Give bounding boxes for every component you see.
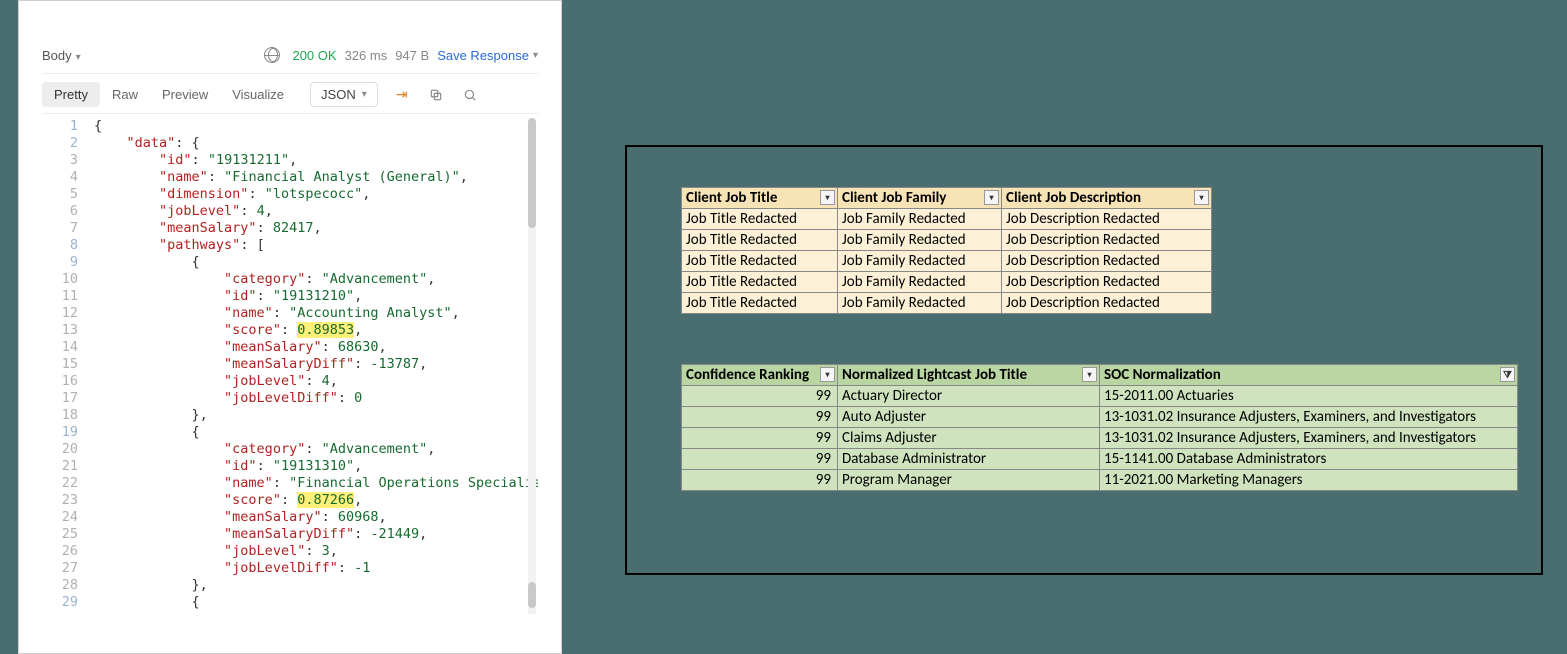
response-size: 947 B bbox=[395, 48, 429, 63]
format-select[interactable]: JSON ▾ bbox=[310, 82, 378, 107]
save-response-button[interactable]: Save Response bbox=[437, 48, 538, 63]
table-cell[interactable]: Claims Adjuster bbox=[838, 428, 1100, 449]
table-cell[interactable]: Job Family Redacted bbox=[838, 293, 1002, 314]
table-cell[interactable]: Job Title Redacted bbox=[682, 251, 838, 272]
table-row[interactable]: 99Database Administrator15-1141.00 Datab… bbox=[682, 449, 1518, 470]
table-cell[interactable]: Program Manager bbox=[838, 470, 1100, 491]
table-row[interactable]: Job Title RedactedJob Family RedactedJob… bbox=[682, 272, 1212, 293]
tables-panel: Client Job Title▾Client Job Family▾Clien… bbox=[625, 145, 1543, 575]
table-cell[interactable]: 99 bbox=[682, 470, 838, 491]
view-tabs-row: Pretty Raw Preview Visualize JSON ▾ ⇥ bbox=[42, 74, 538, 114]
table-cell[interactable]: Job Description Redacted bbox=[1002, 230, 1212, 251]
tab-preview[interactable]: Preview bbox=[150, 82, 220, 107]
body-tab[interactable]: Body bbox=[42, 48, 81, 63]
table-cell[interactable]: 13-1031.02 Insurance Adjusters, Examiner… bbox=[1100, 428, 1518, 449]
table-cell[interactable]: Job Family Redacted bbox=[838, 209, 1002, 230]
table-row[interactable]: 99Claims Adjuster13-1031.02 Insurance Ad… bbox=[682, 428, 1518, 449]
table-cell[interactable]: 99 bbox=[682, 386, 838, 407]
table-cell[interactable]: 15-1141.00 Database Administrators bbox=[1100, 449, 1518, 470]
column-header[interactable]: SOC Normalization⧩ bbox=[1100, 365, 1518, 386]
filter-dropdown-icon[interactable]: ▾ bbox=[1082, 367, 1097, 382]
table-cell[interactable]: Job Family Redacted bbox=[838, 251, 1002, 272]
format-select-label: JSON bbox=[321, 87, 356, 102]
column-header[interactable]: Confidence Ranking▾ bbox=[682, 365, 838, 386]
table-cell[interactable]: 11-2021.00 Marketing Managers bbox=[1100, 470, 1518, 491]
table-cell[interactable]: Actuary Director bbox=[838, 386, 1100, 407]
table-cell[interactable]: Job Description Redacted bbox=[1002, 293, 1212, 314]
table-cell[interactable]: Job Family Redacted bbox=[838, 230, 1002, 251]
table-row[interactable]: 99Program Manager11-2021.00 Marketing Ma… bbox=[682, 470, 1518, 491]
column-header[interactable]: Client Job Family▾ bbox=[838, 188, 1002, 209]
filter-dropdown-icon[interactable]: ▾ bbox=[1194, 190, 1209, 205]
filter-dropdown-icon[interactable]: ▾ bbox=[820, 190, 835, 205]
column-header[interactable]: Client Job Title▾ bbox=[682, 188, 838, 209]
status-code: 200 OK bbox=[292, 48, 336, 63]
table-cell[interactable]: Job Title Redacted bbox=[682, 293, 838, 314]
table-cell[interactable]: 15-2011.00 Actuaries bbox=[1100, 386, 1518, 407]
table-row[interactable]: Job Title RedactedJob Family RedactedJob… bbox=[682, 230, 1212, 251]
client-table: Client Job Title▾Client Job Family▾Clien… bbox=[681, 187, 1212, 314]
filter-funnel-icon[interactable]: ⧩ bbox=[1500, 367, 1515, 382]
network-icon[interactable] bbox=[264, 47, 280, 63]
search-icon[interactable] bbox=[460, 85, 480, 105]
normalized-table: Confidence Ranking▾Normalized Lightcast … bbox=[681, 364, 1518, 491]
table-row[interactable]: Job Title RedactedJob Family RedactedJob… bbox=[682, 209, 1212, 230]
table-row[interactable]: Job Title RedactedJob Family RedactedJob… bbox=[682, 293, 1212, 314]
scrollbar-thumb[interactable] bbox=[528, 118, 536, 228]
table-cell[interactable]: Job Description Redacted bbox=[1002, 251, 1212, 272]
column-header[interactable]: Client Job Description▾ bbox=[1002, 188, 1212, 209]
column-header[interactable]: Normalized Lightcast Job Title▾ bbox=[838, 365, 1100, 386]
table-cell[interactable]: Job Description Redacted bbox=[1002, 209, 1212, 230]
tab-visualize[interactable]: Visualize bbox=[220, 82, 296, 107]
table-cell[interactable]: 13-1031.02 Insurance Adjusters, Examiner… bbox=[1100, 407, 1518, 428]
table-cell[interactable]: Job Title Redacted bbox=[682, 209, 838, 230]
table-row[interactable]: Job Title RedactedJob Family RedactedJob… bbox=[682, 251, 1212, 272]
chevron-down-icon: ▾ bbox=[362, 89, 367, 100]
filter-dropdown-icon[interactable]: ▾ bbox=[984, 190, 999, 205]
table-cell[interactable]: Job Description Redacted bbox=[1002, 272, 1212, 293]
table-cell[interactable]: Job Title Redacted bbox=[682, 230, 838, 251]
table-cell[interactable]: 99 bbox=[682, 428, 838, 449]
response-body[interactable]: 1234567891011121314151617181920212223242… bbox=[42, 114, 538, 614]
table-cell[interactable]: 99 bbox=[682, 449, 838, 470]
table-cell[interactable]: Auto Adjuster bbox=[838, 407, 1100, 428]
copy-icon[interactable] bbox=[426, 85, 446, 105]
postman-response-panel: Body 200 OK 326 ms 947 B Save Response P… bbox=[18, 0, 562, 654]
table-row[interactable]: 99Actuary Director15-2011.00 Actuaries bbox=[682, 386, 1518, 407]
table-cell[interactable]: 99 bbox=[682, 407, 838, 428]
scrollbar-thumb-bottom[interactable] bbox=[528, 582, 536, 608]
table-cell[interactable]: Job Title Redacted bbox=[682, 272, 838, 293]
table-row[interactable]: 99Auto Adjuster13-1031.02 Insurance Adju… bbox=[682, 407, 1518, 428]
tab-raw[interactable]: Raw bbox=[100, 82, 150, 107]
latency: 326 ms bbox=[345, 48, 388, 63]
table-cell[interactable]: Job Family Redacted bbox=[838, 272, 1002, 293]
response-meta-row: Body 200 OK 326 ms 947 B Save Response bbox=[42, 43, 538, 74]
table-cell[interactable]: Database Administrator bbox=[838, 449, 1100, 470]
filter-dropdown-icon[interactable]: ▾ bbox=[820, 367, 835, 382]
tab-pretty[interactable]: Pretty bbox=[42, 82, 100, 107]
wrap-lines-icon[interactable]: ⇥ bbox=[392, 85, 412, 105]
